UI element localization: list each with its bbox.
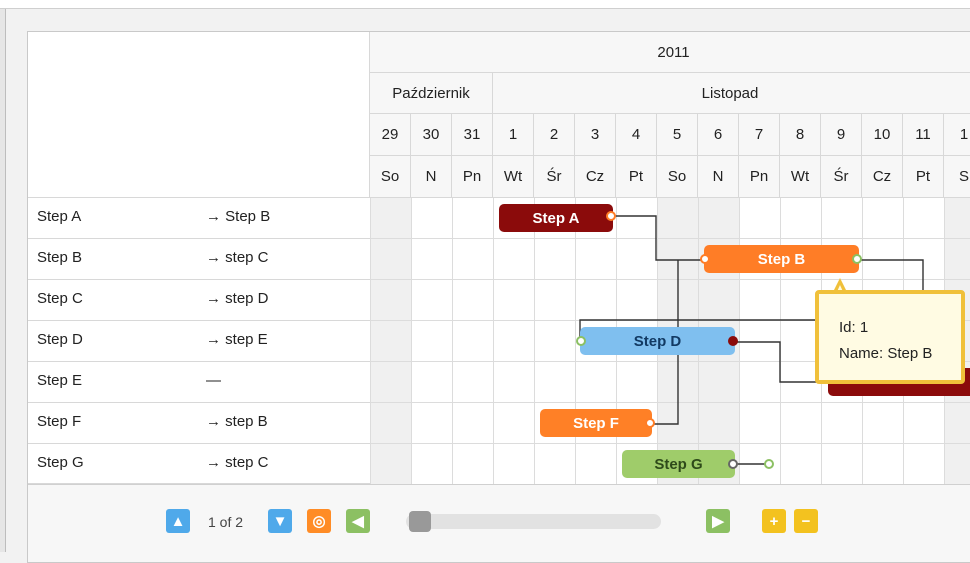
- gantt-grid: 2011 Październik Listopad 29 30 31 1 2 3…: [28, 32, 970, 484]
- bar-label: Step A: [532, 209, 580, 227]
- bar-start-handle[interactable]: [764, 459, 774, 469]
- arrow-down-icon: ▼: [272, 512, 288, 530]
- gantt-footer: ▲ 1 of 2 ▼ ◎ ◀ ▶ + −: [28, 484, 970, 562]
- timeline-slider[interactable]: [406, 511, 661, 532]
- bar-label: Step D: [633, 332, 682, 350]
- gantt-bar-step-b[interactable]: Step B: [704, 245, 859, 273]
- gantt-panel: 2011 Październik Listopad 29 30 31 1 2 3…: [27, 31, 970, 563]
- arrow-left-icon: ◀: [352, 513, 364, 530]
- bar-end-handle[interactable]: [645, 418, 655, 428]
- bar-end-handle[interactable]: [728, 336, 738, 346]
- bar-end-handle[interactable]: [606, 211, 616, 221]
- gantt-bar-step-d[interactable]: Step D: [580, 327, 735, 355]
- bar-label: Step B: [757, 250, 806, 268]
- bar-start-handle[interactable]: [700, 254, 710, 264]
- gantt-bar-step-f[interactable]: Step F: [540, 409, 652, 437]
- tooltip-id: Id: 1: [839, 319, 869, 336]
- gantt-bar-step-g[interactable]: Step G: [622, 450, 735, 478]
- plus-icon: +: [769, 512, 779, 530]
- bar-end-handle[interactable]: [728, 459, 738, 469]
- gantt-bar-step-a[interactable]: Step A: [499, 204, 613, 232]
- slider-handle[interactable]: [409, 511, 431, 532]
- bar-label: Step G: [654, 455, 703, 473]
- scroll-left-button[interactable]: ◀: [346, 509, 370, 533]
- arrow-up-icon: ▲: [170, 512, 186, 530]
- scroll-to-today-button[interactable]: ◎: [307, 509, 331, 533]
- bar-end-handle[interactable]: [852, 254, 862, 264]
- zoom-out-button[interactable]: −: [794, 509, 818, 533]
- bar-start-handle[interactable]: [576, 336, 586, 346]
- minus-icon: −: [801, 512, 811, 530]
- scroll-right-button[interactable]: ▶: [706, 509, 730, 533]
- arrow-right-icon: ▶: [712, 513, 724, 530]
- top-bar: [0, 0, 970, 9]
- page-up-button[interactable]: ▲: [166, 509, 190, 533]
- bar-label: Step F: [573, 414, 619, 432]
- target-icon: ◎: [312, 513, 326, 530]
- zoom-in-button[interactable]: +: [762, 509, 786, 533]
- page-down-button[interactable]: ▼: [268, 509, 292, 533]
- page-info: 1 of 2: [208, 514, 244, 530]
- left-edge: [0, 9, 6, 552]
- tooltip-name: Name: Step B: [839, 345, 933, 362]
- task-tooltip: Id: 1 Name: Step B: [815, 290, 965, 384]
